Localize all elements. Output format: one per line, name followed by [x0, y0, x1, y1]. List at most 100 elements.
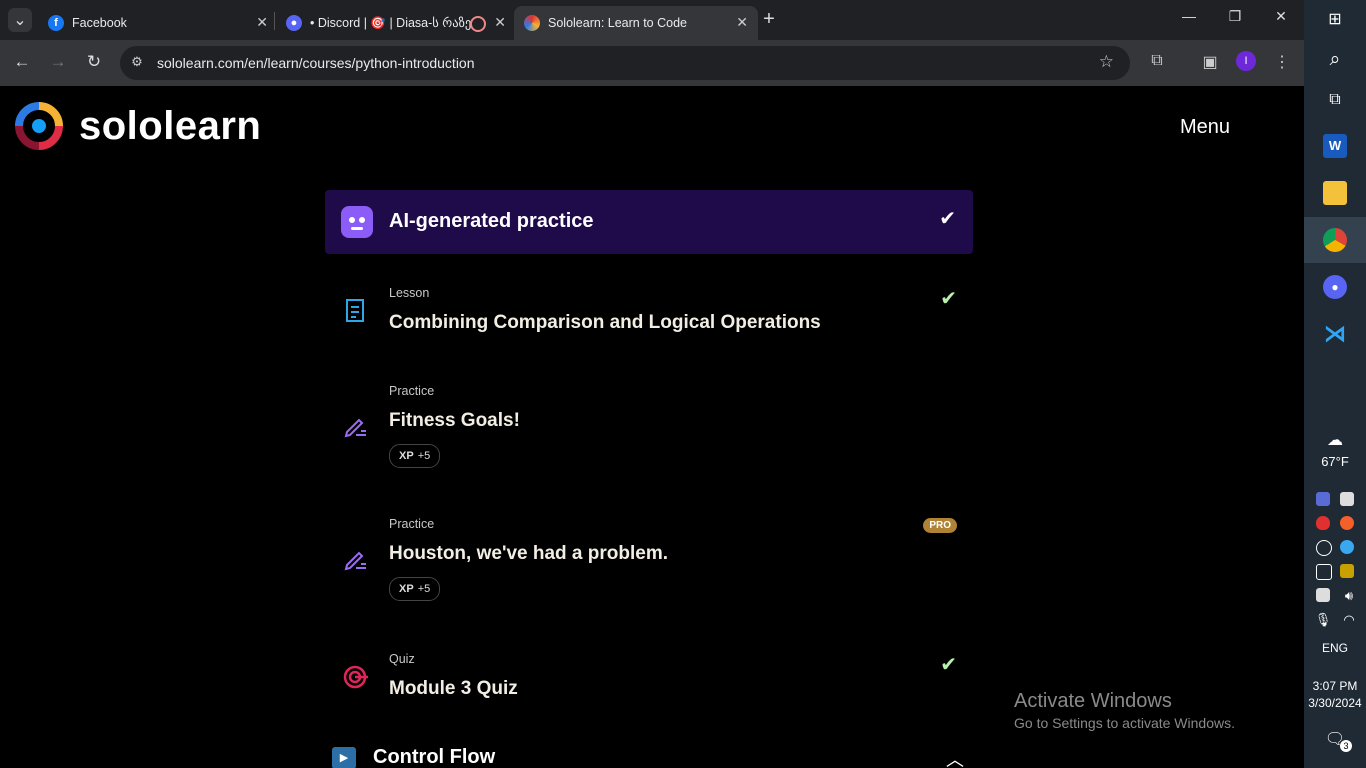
camera-tray-icon[interactable]	[1316, 564, 1332, 580]
xp-value: +5	[417, 583, 431, 595]
back-button[interactable]: ←	[11, 52, 33, 72]
site-settings-icon[interactable]: ⚙	[128, 54, 146, 72]
check-icon: ✔	[939, 208, 956, 230]
sololearn-icon	[524, 15, 540, 31]
xp-badge: XP +5	[389, 444, 441, 468]
browser-tab-bar: ⌄ f Facebook ✕ ● • Discord | 🎯 | Diasa-ს…	[0, 0, 1304, 40]
watermark-title: Activate Windows	[1014, 690, 1172, 712]
task-view-icon[interactable]: ⧉	[1323, 88, 1347, 112]
weather-temp: 67°F	[1321, 454, 1349, 469]
url-text[interactable]: sololearn.com/en/learn/courses/python-in…	[157, 55, 475, 71]
clock-time[interactable]: 3:07 PM	[1304, 679, 1366, 693]
tray-icon[interactable]	[1340, 492, 1354, 506]
list-item-lesson[interactable]: Lesson Combining Comparison and Logical …	[325, 276, 973, 346]
tray-icon[interactable]	[1340, 564, 1354, 578]
sololearn-logo[interactable]: sololearn	[15, 102, 261, 150]
tab-separator	[274, 12, 275, 30]
close-window-button[interactable]: ✕	[1266, 8, 1296, 25]
play-icon: ▶	[332, 747, 356, 768]
weather-widget[interactable]: ☁ 67°F	[1304, 430, 1366, 469]
check-icon: ✔	[940, 654, 957, 676]
tab-sololearn[interactable]: Sololearn: Learn to Code ✕	[514, 6, 758, 40]
practice-pencil-icon	[344, 551, 366, 571]
security-tray-icon[interactable]	[1316, 588, 1330, 602]
windows-start-icon[interactable]: ⊞	[1323, 8, 1347, 32]
globe-tray-icon[interactable]	[1316, 540, 1332, 556]
item-type: Practice	[389, 384, 435, 398]
windows-taskbar: ⊞ ⌕ ⧉ W ● ⋊ ☁ 67°F 🔊︎ 🎙︎ ◠ ENG 3:07 PM 3…	[1304, 0, 1366, 768]
microphone-icon[interactable]: 🎙︎	[1311, 608, 1335, 632]
minimize-button[interactable]: —	[1174, 8, 1204, 24]
bookmark-star-icon[interactable]: ☆	[1099, 52, 1114, 72]
side-panel-icon[interactable]: ▣	[1199, 52, 1221, 72]
lesson-doc-icon	[346, 299, 364, 322]
weather-icon: ☁	[1327, 432, 1343, 449]
watermark-subtitle: Go to Settings to activate Windows.	[1014, 715, 1235, 731]
maximize-button[interactable]: ❐	[1220, 8, 1250, 25]
menu-button[interactable]: Menu	[1180, 116, 1230, 139]
file-explorer-icon[interactable]	[1323, 181, 1347, 205]
discord-icon: ●	[286, 15, 302, 31]
xp-badge: XP +5	[389, 577, 441, 601]
notification-count-badge: 3	[1340, 740, 1352, 752]
pro-badge: PRO	[923, 518, 957, 533]
banner-title: AI-generated practice	[389, 210, 594, 232]
tab-discord[interactable]: ● • Discord | 🎯 | Diasa-ს რაზე ✕	[278, 6, 516, 40]
section-title: Control Flow	[373, 746, 496, 768]
sololearn-logo-icon	[15, 102, 63, 150]
clock-date[interactable]: 3/30/2024	[1304, 696, 1366, 710]
tab-facebook[interactable]: f Facebook ✕	[40, 6, 278, 40]
item-title: Module 3 Quiz	[389, 678, 518, 699]
tab-title: Sololearn: Learn to Code	[548, 16, 687, 30]
more-menu-icon[interactable]: ⋮	[1271, 52, 1293, 72]
xp-label: XP	[399, 450, 414, 462]
list-item-practice[interactable]: Practice Fitness Goals! XP +5	[325, 376, 973, 471]
xp-label: XP	[399, 583, 414, 595]
menu-label: Menu	[1180, 116, 1231, 138]
tab-title: • Discord | 🎯 | Diasa-ს რაზე	[310, 16, 472, 30]
ai-bot-icon	[341, 206, 373, 238]
new-tab-button[interactable]: +	[758, 8, 780, 31]
reload-button[interactable]: ↻	[83, 52, 105, 72]
page-content: sololearn Menu AI-generated practice ✔ L…	[0, 86, 1304, 768]
browser-toolbar: ← → ↻ ⚙ sololearn.com/en/learn/courses/p…	[0, 40, 1304, 86]
address-bar[interactable]: ⚙ sololearn.com/en/learn/courses/python-…	[120, 46, 1130, 80]
list-item-quiz[interactable]: Quiz Module 3 Quiz ✔	[325, 642, 973, 712]
check-icon: ✔	[940, 288, 957, 310]
shield-tray-icon[interactable]	[1316, 516, 1330, 530]
teams-tray-icon[interactable]	[1316, 492, 1330, 506]
list-item-practice[interactable]: Practice Houston, we've had a problem. P…	[325, 509, 973, 604]
extensions-icon[interactable]: ⧉	[1146, 52, 1168, 70]
vscode-icon[interactable]: ⋊	[1323, 322, 1347, 346]
volume-icon[interactable]: 🔊︎	[1337, 584, 1361, 608]
item-type: Quiz	[389, 652, 415, 666]
discord-icon[interactable]: ●	[1323, 275, 1347, 299]
item-title: Houston, we've had a problem.	[389, 543, 669, 564]
profile-avatar[interactable]: I	[1236, 51, 1256, 71]
practice-pencil-icon	[344, 418, 366, 438]
facebook-icon: f	[48, 15, 64, 31]
close-icon[interactable]: ✕	[494, 14, 506, 31]
forward-button[interactable]: →	[47, 52, 69, 72]
tab-search-button[interactable]: ⌄	[8, 8, 32, 32]
word-icon[interactable]: W	[1323, 134, 1347, 158]
close-icon[interactable]: ✕	[256, 14, 268, 31]
close-icon[interactable]: ✕	[736, 14, 748, 31]
item-type: Lesson	[389, 286, 430, 300]
chevron-up-icon[interactable]: ︿	[946, 746, 964, 768]
item-title: Fitness Goals!	[389, 410, 520, 431]
item-type: Practice	[389, 517, 435, 531]
tab-title: Facebook	[72, 16, 127, 30]
xp-value: +5	[417, 450, 431, 462]
wifi-icon[interactable]: ◠	[1337, 608, 1361, 632]
tray-icon[interactable]	[1340, 540, 1354, 554]
item-title: Combining Comparison and Logical Operati…	[389, 312, 821, 333]
language-indicator[interactable]: ENG	[1304, 641, 1366, 655]
search-icon[interactable]: ⌕	[1323, 48, 1347, 72]
flame-tray-icon[interactable]	[1340, 516, 1354, 530]
ai-practice-banner[interactable]: AI-generated practice ✔	[325, 190, 973, 254]
section-control-flow[interactable]: ▶ Control Flow ︿	[332, 744, 972, 768]
chrome-icon[interactable]	[1323, 228, 1347, 252]
chevron-down-icon: ⌄	[13, 12, 27, 29]
recording-icon	[470, 16, 486, 32]
